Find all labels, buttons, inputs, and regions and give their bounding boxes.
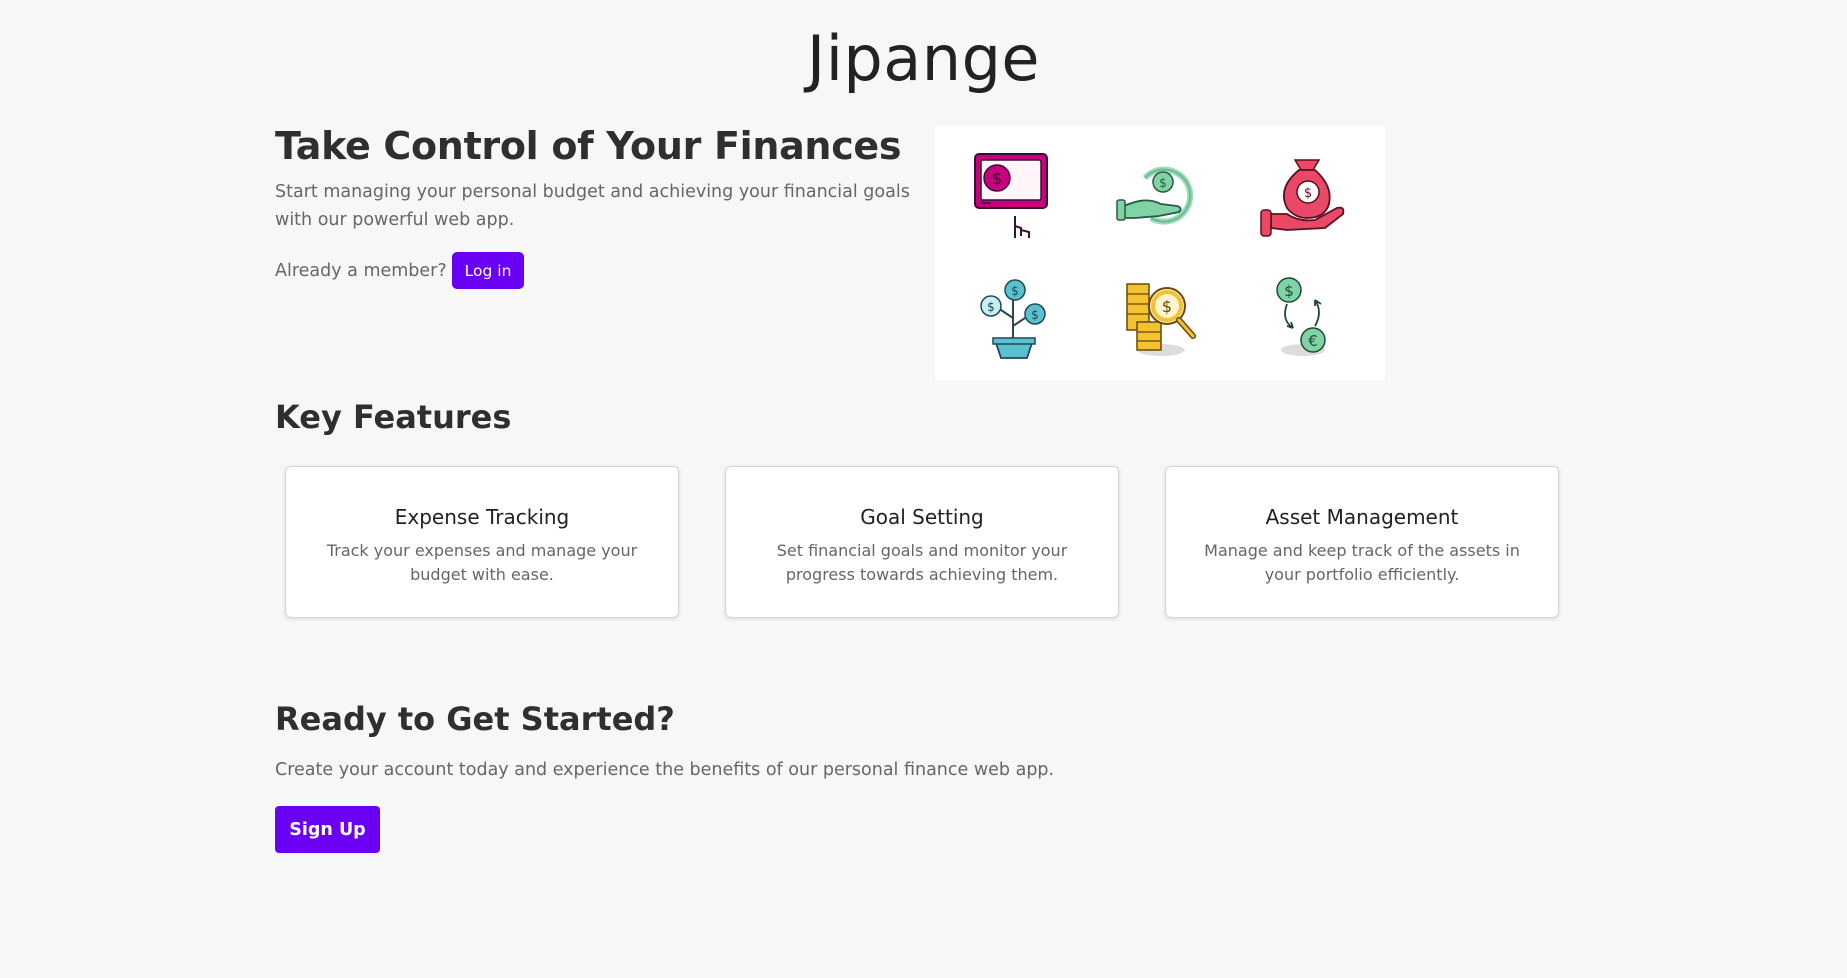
svg-text:$: $ [1031, 308, 1039, 322]
hand-money-bag-icon: $ [1260, 159, 1345, 237]
member-prompt: Already a member? [275, 260, 447, 281]
money-plant-icon: $ $ $ [980, 279, 1046, 359]
svg-text:$: $ [1284, 282, 1294, 300]
coins-magnifier-icon: $ [1126, 283, 1196, 356]
feature-card-expense-tracking: Expense Tracking Track your expenses and… [285, 466, 679, 618]
feature-title: Expense Tracking [394, 505, 570, 529]
svg-text:$: $ [1162, 297, 1172, 316]
sign-up-button[interactable]: Sign Up [275, 806, 380, 853]
dollar-euro-exchange-icon: $ € [1276, 277, 1326, 356]
svg-text:$: $ [1159, 176, 1167, 190]
svg-text:$: $ [987, 300, 995, 314]
feature-card-goal-setting: Goal Setting Set financial goals and mon… [725, 466, 1119, 618]
cta-heading: Ready to Get Started? [275, 700, 675, 738]
hero-title: Take Control of Your Finances [275, 124, 902, 168]
svg-text:$: $ [1304, 186, 1312, 201]
feature-description: Manage and keep track of the assets in y… [1204, 541, 1520, 584]
key-features-heading: Key Features [275, 398, 512, 436]
feature-card-asset-management: Asset Management Manage and keep track o… [1165, 466, 1559, 618]
login-button[interactable]: Log in [451, 252, 525, 289]
svg-text:$: $ [992, 169, 1002, 188]
monitor-dollar-icon: $ [974, 153, 1048, 238]
feature-title: Asset Management [1265, 505, 1459, 529]
feature-description: Track your expenses and manage your budg… [326, 541, 638, 584]
cta-description: Create your account today and experience… [275, 760, 1055, 780]
hero-description: Start managing your personal budget and … [275, 182, 910, 230]
landing-page: Jipange Take Control of Your Finances St… [0, 0, 1847, 978]
hand-recycle-coin-icon: $ [1116, 166, 1194, 225]
member-login-row: Already a member? Log in [275, 252, 525, 289]
feature-description: Set financial goals and monitor your pro… [776, 541, 1068, 584]
svg-text:€: € [1308, 332, 1318, 350]
finance-illustration: $ $ $ $ $ $ $ $ € [935, 126, 1385, 380]
svg-text:$: $ [1011, 284, 1019, 298]
brand-title: Jipange [806, 22, 1041, 95]
feature-title: Goal Setting [860, 505, 984, 529]
